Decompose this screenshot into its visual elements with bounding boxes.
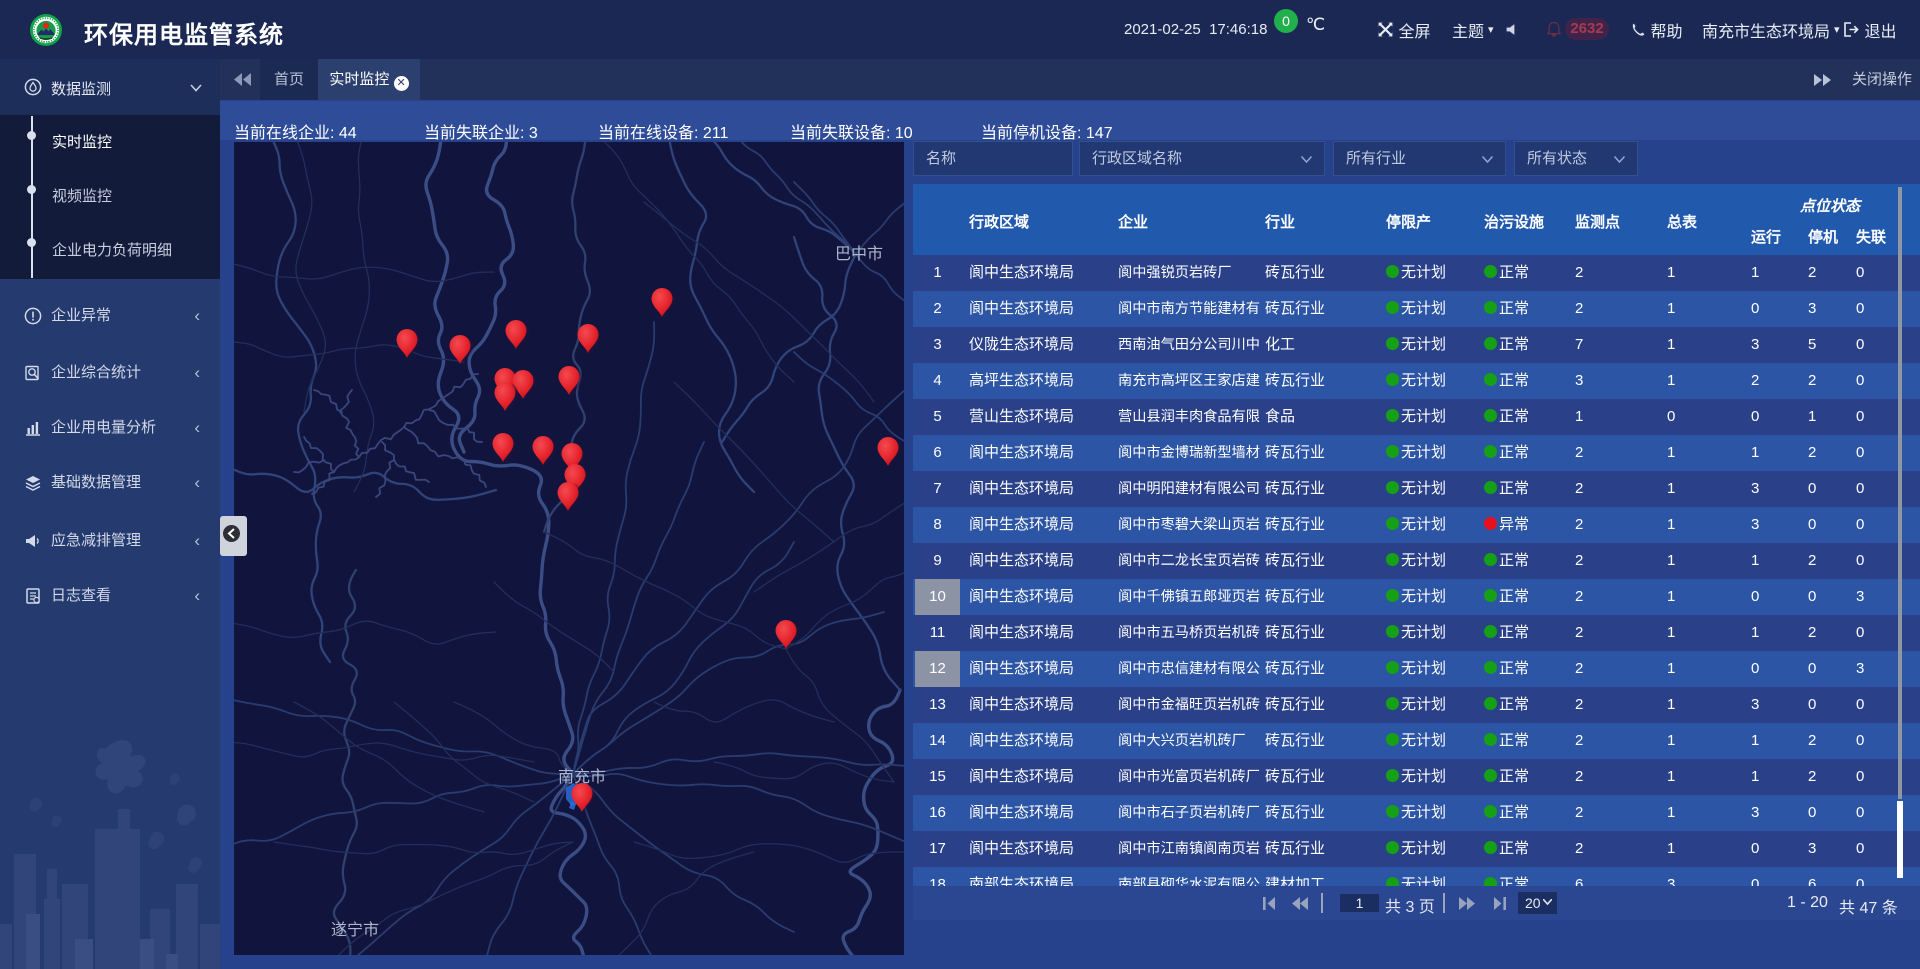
svg-text:遂宁市: 遂宁市 [331,921,379,939]
svg-text:巴中市: 巴中市 [835,245,883,263]
